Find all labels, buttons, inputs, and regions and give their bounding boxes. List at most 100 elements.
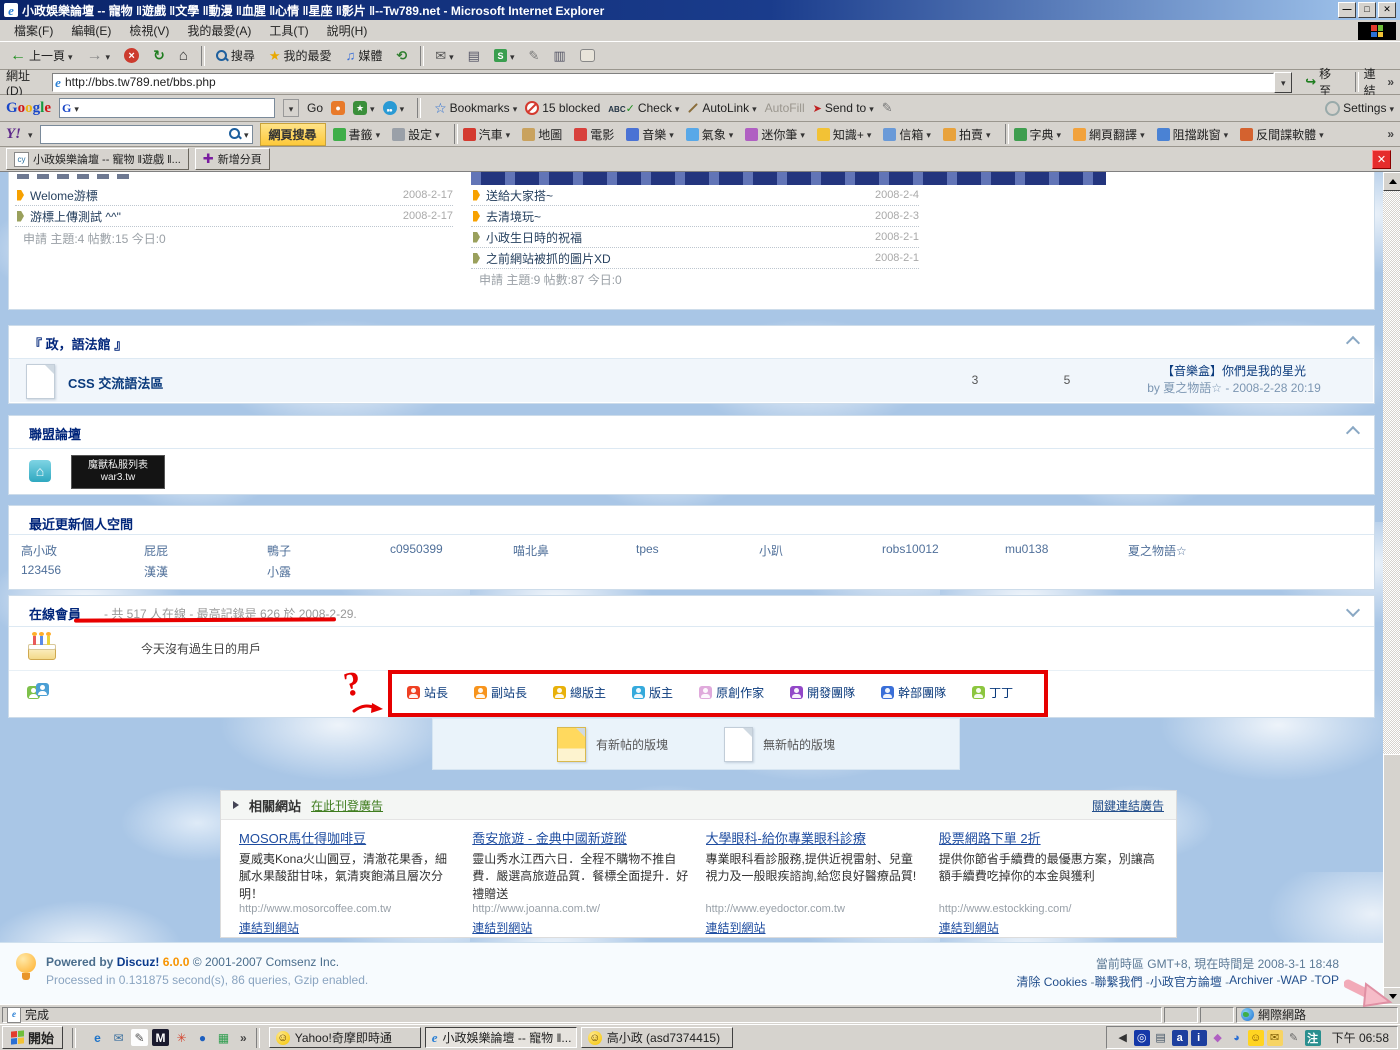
ad-visit-link[interactable]: 連結到網站: [706, 919, 766, 936]
menu-item[interactable]: 編輯(E): [63, 20, 119, 41]
maximize-button[interactable]: □: [1358, 2, 1376, 18]
google-highlight-icon[interactable]: [882, 100, 893, 116]
tab-active[interactable]: cy 小政娛樂論壇 -- 寵物 ‖遊戲 ‖...: [6, 148, 189, 170]
media-button[interactable]: 媒體: [340, 44, 389, 67]
edit-button[interactable]: [523, 45, 546, 67]
tray-icon[interactable]: a: [1172, 1030, 1188, 1046]
ad-title-link[interactable]: 股票網路下單 2折: [939, 828, 1158, 847]
mail-button[interactable]: [429, 45, 459, 67]
yahoo-toolbar-button[interactable]: 網頁翻譯: [1073, 126, 1145, 143]
keyword-ads-link[interactable]: 關鍵連結廣告: [1092, 797, 1164, 814]
yahoo-toolbar-button[interactable]: 反間諜軟體: [1240, 126, 1324, 143]
forward-caret-icon[interactable]: [106, 49, 111, 63]
footer-link[interactable]: Archiver: [1229, 973, 1280, 990]
google-comments-button[interactable]: ❠: [383, 101, 405, 115]
quick-launch-icon[interactable]: ✎: [131, 1029, 148, 1046]
google-go-button[interactable]: Go: [307, 101, 323, 115]
yahoo-toolbar-button[interactable]: 拍賣: [943, 126, 991, 143]
user-space-link[interactable]: robs10012: [882, 542, 1005, 559]
collapse-chevron-icon[interactable]: [1346, 426, 1360, 440]
yahoo-overflow-chevron-icon[interactable]: [1387, 127, 1394, 141]
last-post-link[interactable]: 【音樂盒】你們是我的星光: [1098, 363, 1370, 380]
tray-icon[interactable]: ◀: [1115, 1030, 1131, 1046]
home-link-icon[interactable]: [29, 460, 51, 482]
google-bookmarks-button[interactable]: Bookmarks: [434, 100, 517, 117]
yahoo-toolbar-button[interactable]: 知識+: [817, 126, 872, 143]
scroll-up-button[interactable]: [1383, 172, 1400, 191]
thread-link[interactable]: Welome游標: [30, 187, 381, 204]
google-search-input[interactable]: G: [59, 98, 275, 118]
publish-ad-link[interactable]: 在此刊登廣告: [311, 797, 383, 814]
back-button[interactable]: 上一頁: [4, 44, 79, 68]
collapse-chevron-icon[interactable]: [1346, 336, 1360, 350]
google-news-icon[interactable]: ●: [331, 101, 345, 115]
menu-item[interactable]: 我的最愛(A): [179, 20, 259, 41]
quick-launch-icon[interactable]: e: [89, 1029, 106, 1046]
tray-icon[interactable]: ◕: [1229, 1030, 1245, 1046]
ad-title-link[interactable]: MOSOR馬仕得咖啡豆: [239, 828, 458, 847]
google-settings-button[interactable]: Settings: [1325, 101, 1394, 116]
thread-link[interactable]: 去清境玩~: [486, 208, 847, 225]
task-button-forum[interactable]: e 小政娛樂論壇 -- 寵物 ‖...: [425, 1027, 577, 1048]
google-spellcheck-button[interactable]: ABCCheck: [608, 101, 679, 115]
yahoo-logo[interactable]: Y!: [6, 126, 21, 143]
tabbar-close-button[interactable]: ✕: [1372, 150, 1391, 169]
yahoo-toolbar-button[interactable]: 設定: [392, 126, 440, 143]
vertical-scrollbar[interactable]: [1383, 172, 1400, 1004]
user-space-link[interactable]: 高小政: [21, 542, 144, 559]
tray-icon[interactable]: ☺: [1248, 1030, 1264, 1046]
quick-launch-icon[interactable]: ✳: [173, 1029, 190, 1046]
footer-link[interactable]: 清除 Cookies: [1016, 973, 1094, 990]
yahoo-toolbar-button[interactable]: 迷你筆: [745, 126, 805, 143]
user-space-link[interactable]: 鴨子: [267, 542, 390, 559]
messenger-button[interactable]: S: [488, 46, 521, 66]
ad-title-link[interactable]: 大學眼科-給你專業眼科診療: [706, 828, 925, 847]
footer-link[interactable]: WAP: [1281, 973, 1315, 990]
footer-link[interactable]: TOP: [1315, 973, 1339, 990]
google-popup-blocked[interactable]: 15 blocked: [525, 101, 600, 115]
user-space-link[interactable]: mu0138: [1005, 542, 1128, 559]
stop-button[interactable]: [118, 45, 145, 66]
home-button[interactable]: [173, 44, 194, 67]
quick-launch-icon[interactable]: ●: [194, 1029, 211, 1046]
ad-title-link[interactable]: 喬安旅遊 - 金典中國新遊蹤: [472, 828, 691, 847]
quick-launch-icon[interactable]: ▦: [215, 1029, 232, 1046]
yahoo-toolbar-button[interactable]: 書籤: [333, 126, 381, 143]
user-space-link[interactable]: 123456: [21, 563, 144, 580]
yahoo-toolbar-button[interactable]: 音樂: [626, 126, 674, 143]
forum-link[interactable]: CSS 交流語法區: [68, 373, 163, 392]
yahoo-toolbar-button[interactable]: 氣象: [686, 126, 734, 143]
google-sendto-button[interactable]: Send to: [813, 101, 874, 115]
links-chevron-icon[interactable]: [1387, 75, 1394, 89]
links-label[interactable]: 連結: [1364, 65, 1388, 99]
quick-launch-icon[interactable]: M: [152, 1029, 169, 1046]
tray-icon[interactable]: ▤: [1153, 1030, 1169, 1046]
new-tab-button[interactable]: ✚ 新增分頁: [195, 148, 270, 170]
yahoo-logo-caret-icon[interactable]: [28, 127, 33, 141]
yahoo-toolbar-button[interactable]: 汽車: [452, 124, 511, 144]
start-button[interactable]: 開始: [2, 1026, 63, 1049]
yahoo-search-caret-icon[interactable]: [244, 127, 249, 141]
ad-visit-link[interactable]: 連結到網站: [939, 919, 999, 936]
discuss-button[interactable]: [574, 46, 601, 65]
print-button[interactable]: [462, 45, 486, 67]
collapse-chevron-icon[interactable]: [1346, 603, 1360, 617]
tray-icon[interactable]: ✉: [1267, 1030, 1283, 1046]
quick-launch-icon[interactable]: ✉: [110, 1029, 127, 1046]
favorites-button[interactable]: 我的最愛: [263, 44, 338, 67]
google-pagerank-button[interactable]: ★: [353, 101, 375, 115]
user-space-link[interactable]: 漢漢: [144, 563, 267, 580]
ad-visit-link[interactable]: 連結到網站: [239, 919, 299, 936]
thread-link[interactable]: 游標上傳測試 ^^": [30, 208, 381, 225]
scrollbar-thumb[interactable]: [1383, 754, 1400, 988]
fullpage-button[interactable]: [547, 45, 571, 67]
address-dropdown-button[interactable]: [1274, 72, 1292, 93]
menu-item[interactable]: 檢視(V): [121, 20, 177, 41]
task-button-chat[interactable]: 高小政 (asd7374415): [581, 1027, 733, 1048]
minimize-button[interactable]: —: [1338, 2, 1356, 18]
discuz-link[interactable]: Discuz!: [117, 955, 160, 969]
user-space-link[interactable]: tpes: [636, 542, 759, 559]
user-space-link[interactable]: c0950399: [390, 542, 513, 559]
menu-item[interactable]: 說明(H): [319, 20, 376, 41]
tray-icon[interactable]: 注: [1305, 1030, 1321, 1046]
